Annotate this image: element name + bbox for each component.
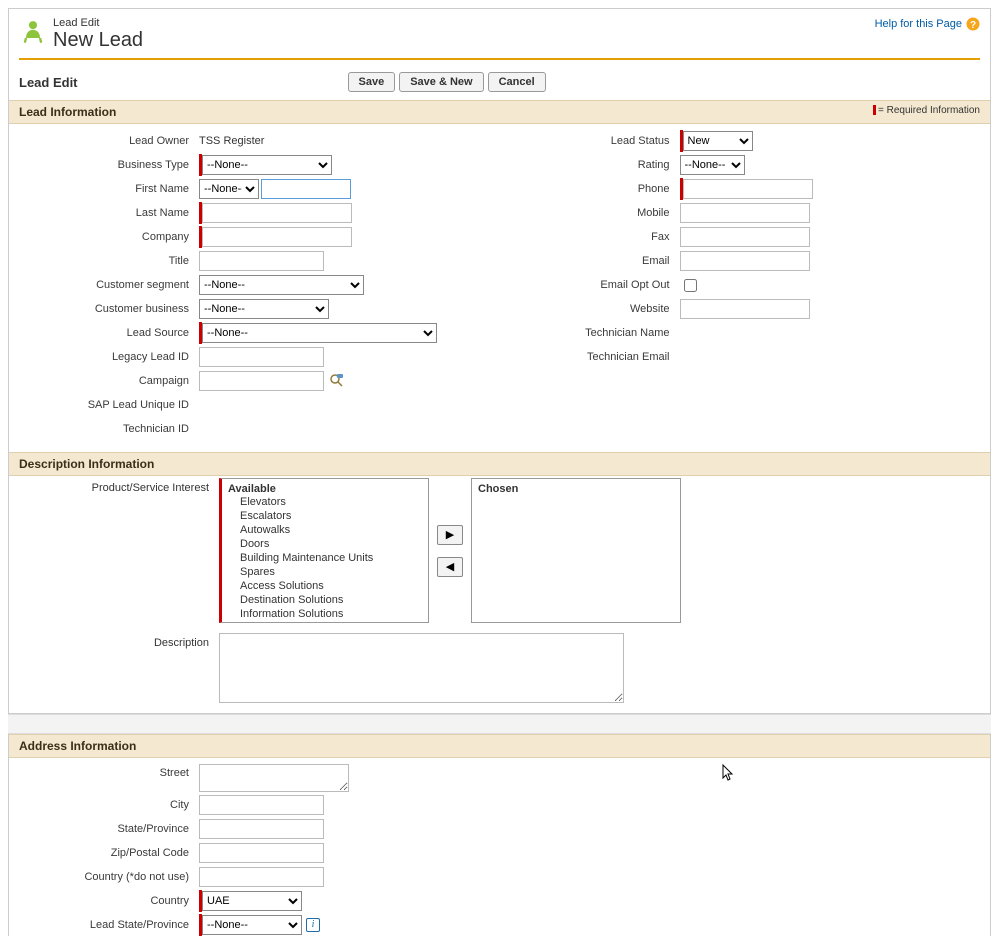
select-business-type[interactable]: --None-- [202,155,332,175]
subheader-title: Lead Edit [19,75,78,90]
input-city[interactable] [199,795,324,815]
available-option[interactable]: Autowalks [228,523,422,537]
input-mobile[interactable] [680,203,810,223]
input-website[interactable] [680,299,810,319]
value-lead-owner: TSS Register [199,135,264,147]
input-country-old[interactable] [199,867,324,887]
available-option[interactable]: Destination Solutions [228,593,422,607]
section-address-info: Address Information [19,739,136,753]
label-customer-business: Customer business [19,303,199,315]
label-email: Email [500,255,680,267]
label-fax: Fax [500,231,680,243]
input-fax[interactable] [680,227,810,247]
help-icon: ? [966,17,980,31]
input-company[interactable] [202,227,352,247]
breadcrumb: Lead Edit [53,17,143,29]
input-phone[interactable] [683,179,813,199]
label-technician-id: Technician ID [19,423,199,435]
available-option[interactable]: Elevators [228,495,422,509]
label-street: Street [19,764,199,779]
add-button[interactable]: ▶ [437,525,463,545]
available-option[interactable]: Spares [228,565,422,579]
available-option[interactable]: Building Maintenance Units [228,551,422,565]
remove-button[interactable]: ◀ [437,557,463,577]
label-title: Title [19,255,199,267]
select-rating[interactable]: --None-- [680,155,745,175]
section-lead-info: Lead Information [19,105,116,119]
label-technician-email: Technician Email [500,351,680,363]
cancel-button[interactable]: Cancel [488,72,546,92]
label-technician-name: Technician Name [500,327,680,339]
label-city: City [19,799,199,811]
listbox-chosen[interactable]: Chosen [471,478,681,623]
label-phone: Phone [500,183,680,195]
available-option[interactable]: Access Solutions [228,579,422,593]
textarea-street[interactable] [199,764,349,792]
label-lead-owner: Lead Owner [19,135,199,147]
checkbox-email-opt-out[interactable] [684,279,697,292]
label-sap-lead: SAP Lead Unique ID [19,399,199,411]
input-last-name[interactable] [202,203,352,223]
label-mobile: Mobile [500,207,680,219]
available-option[interactable]: Doors [228,537,422,551]
input-zip[interactable] [199,843,324,863]
available-option[interactable]: Information Solutions [228,607,422,621]
label-email-opt-out: Email Opt Out [500,279,680,291]
label-country: Country [19,895,199,907]
select-customer-segment[interactable]: --None-- [199,275,364,295]
save-button[interactable]: Save [348,72,396,92]
input-state[interactable] [199,819,324,839]
listbox-available[interactable]: Available ElevatorsEscalatorsAutowalksDo… [219,478,429,623]
available-option[interactable]: Escalators [228,509,422,523]
label-customer-segment: Customer segment [19,279,199,291]
label-lead-source: Lead Source [19,327,199,339]
select-salutation[interactable]: --None-- [199,179,259,199]
required-info-legend: = Required Information [873,105,980,119]
label-campaign: Campaign [19,375,199,387]
svg-text:?: ? [970,20,976,31]
label-last-name: Last Name [19,207,199,219]
help-link[interactable]: Help for this Page ? [875,17,980,31]
label-first-name: First Name [19,183,199,195]
select-country[interactable]: UAE [202,891,302,911]
lookup-icon[interactable] [328,372,346,390]
label-rating: Rating [500,159,680,171]
input-campaign[interactable] [199,371,324,391]
label-state: State/Province [19,823,199,835]
save-new-button[interactable]: Save & New [399,72,483,92]
select-customer-business[interactable]: --None-- [199,299,329,319]
section-desc-info: Description Information [19,457,154,471]
input-email[interactable] [680,251,810,271]
lead-icon [19,17,47,45]
select-lead-status[interactable]: New [683,131,753,151]
label-business-type: Business Type [19,159,199,171]
select-lead-state[interactable]: --None-- [202,915,302,935]
input-legacy-lead-id[interactable] [199,347,324,367]
input-first-name[interactable] [261,179,351,199]
label-zip: Zip/Postal Code [19,847,199,859]
page-title: New Lead [53,29,143,52]
label-website: Website [500,303,680,315]
label-legacy-lead-id: Legacy Lead ID [19,351,199,363]
label-product-interest: Product/Service Interest [19,478,219,623]
textarea-description[interactable] [219,633,624,703]
info-icon[interactable]: i [306,918,320,932]
label-lead-status: Lead Status [500,135,680,147]
label-lead-state: Lead State/Province [19,919,199,931]
label-description: Description [19,633,219,703]
input-title[interactable] [199,251,324,271]
select-lead-source[interactable]: --None-- [202,323,437,343]
label-company: Company [19,231,199,243]
label-country-old: Country (*do not use) [19,871,199,883]
button-row: Save Save & New Cancel [348,72,546,92]
